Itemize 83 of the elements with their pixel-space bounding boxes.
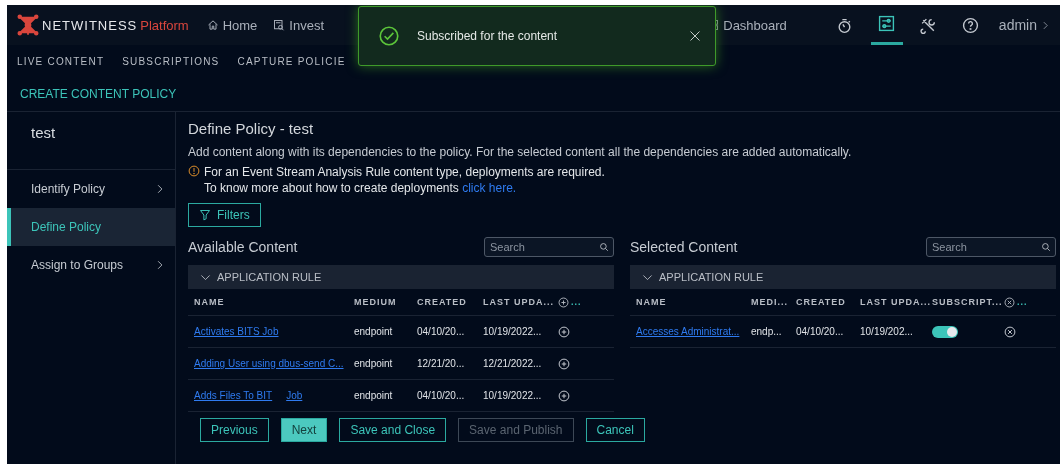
plus-circle-icon	[558, 296, 569, 308]
footer-button[interactable]: Cancel	[585, 418, 645, 442]
content-link[interactable]: Adds Files To BIT	[194, 390, 273, 401]
column-header: NAME	[630, 289, 745, 316]
plus-circle-icon	[558, 357, 570, 370]
x-circle-icon	[1004, 325, 1016, 338]
product-name: Platform	[140, 17, 189, 33]
nav-link[interactable]: Home	[206, 17, 258, 33]
column-header: MEDIUM	[348, 289, 411, 316]
content-link[interactable]: Activates BITS Job	[194, 326, 279, 337]
content-link[interactable]: Job	[286, 390, 303, 401]
column-header: MEDI...	[745, 289, 790, 316]
table-cell: 10/19/2022...	[477, 316, 552, 348]
home-icon	[206, 19, 219, 31]
check-circle-icon	[379, 26, 399, 46]
sidebar-item[interactable]: Define Policy	[7, 208, 175, 246]
search-field[interactable]: Search	[484, 237, 614, 257]
subscription-toggle[interactable]	[932, 325, 958, 338]
section-title: Define Policy - test	[188, 120, 315, 137]
column-header: CREATED	[411, 289, 477, 316]
nav-tab[interactable]: LIVE CONTENT	[17, 55, 105, 67]
remove-button[interactable]	[1004, 325, 1016, 338]
footer-button[interactable]: Save and Close	[339, 418, 447, 442]
table-cell: endpoint	[348, 316, 411, 348]
help-icon	[962, 16, 980, 34]
x-circle-icon	[1004, 296, 1015, 308]
column-header: LAST UPDA...	[477, 289, 552, 316]
table-cell: 04/10/20...	[411, 380, 477, 412]
warning-text: To know more about how to create deployments	[204, 181, 459, 195]
help-link[interactable]: click here.	[462, 181, 517, 195]
content-link[interactable]: Adding User using dbus-send C...	[194, 358, 344, 369]
add-button[interactable]	[558, 357, 570, 370]
add-button[interactable]	[558, 389, 570, 402]
chevron-right-icon	[1041, 20, 1050, 30]
brand-name: NETWITNESS	[42, 17, 138, 33]
search-icon	[599, 242, 609, 252]
sidebar-item[interactable]: Assign to Groups	[7, 246, 175, 284]
table-cell: 12/21/2022...	[477, 348, 552, 380]
column-header: NAME	[188, 289, 348, 316]
more-columns-text[interactable]: ...	[571, 297, 582, 307]
plus-circle-icon	[558, 389, 570, 402]
table-cell: endpoint	[348, 348, 411, 380]
search-field[interactable]: Search	[926, 237, 1056, 257]
filter-icon	[199, 209, 211, 221]
table-cell: 10/19/2022...	[477, 380, 552, 412]
network-logo-icon	[17, 14, 39, 36]
nav-tab[interactable]: SUBSCRIPTIONS	[122, 55, 220, 67]
page-title: CREATE CONTENT POLICY	[7, 77, 1060, 112]
description-text: Add content along with its dependencies to the policy. For the selected content all the dependencies are added automatically.	[188, 145, 853, 159]
document-search-icon	[273, 19, 286, 31]
warning-icon	[188, 165, 200, 177]
footer-button[interactable]: Next	[280, 418, 328, 442]
footer-button[interactable]: Previous	[200, 418, 269, 442]
table-cell: 12/21/20...	[411, 348, 477, 380]
table-cell: 04/10/20...	[790, 316, 854, 348]
close-button[interactable]	[689, 30, 701, 42]
close-icon	[689, 30, 701, 42]
group-header[interactable]: APPLICATION RULE	[188, 265, 614, 289]
add-button[interactable]	[558, 325, 570, 338]
nav-link[interactable]: Invest	[273, 17, 324, 33]
tools-icon	[920, 16, 938, 34]
panel-title: Available Content	[188, 239, 298, 255]
table-cell: 10/19/202...	[854, 316, 926, 348]
nav-tab[interactable]: CAPTURE POLICIE	[237, 55, 346, 67]
table-cell: 04/10/20...	[411, 316, 477, 348]
sliders-icon	[878, 15, 896, 32]
table-cell: endpoint	[348, 380, 411, 412]
warning-text: For an Event Stream Analysis Rule content type, deployments are required.	[204, 165, 605, 179]
table-cell: endp...	[745, 316, 790, 348]
search-icon	[1041, 242, 1051, 252]
sidebar-item[interactable]: Identify Policy	[7, 170, 175, 208]
group-header[interactable]: APPLICATION RULE	[630, 265, 1056, 289]
column-header: CREATED	[790, 289, 854, 316]
chevron-right-icon	[155, 184, 165, 194]
chevron-right-icon	[155, 260, 165, 270]
more-columns-text[interactable]: ...	[1017, 297, 1028, 307]
panel-title: Selected Content	[630, 239, 738, 255]
user-menu[interactable]: admin	[998, 17, 1050, 33]
filters-button[interactable]: Filters	[188, 203, 261, 227]
content-link[interactable]: Accesses Administrat...	[636, 326, 740, 337]
policy-name: test	[7, 112, 175, 170]
plus-circle-icon	[558, 325, 570, 338]
toast-message: Subscribed for the content	[417, 29, 559, 43]
